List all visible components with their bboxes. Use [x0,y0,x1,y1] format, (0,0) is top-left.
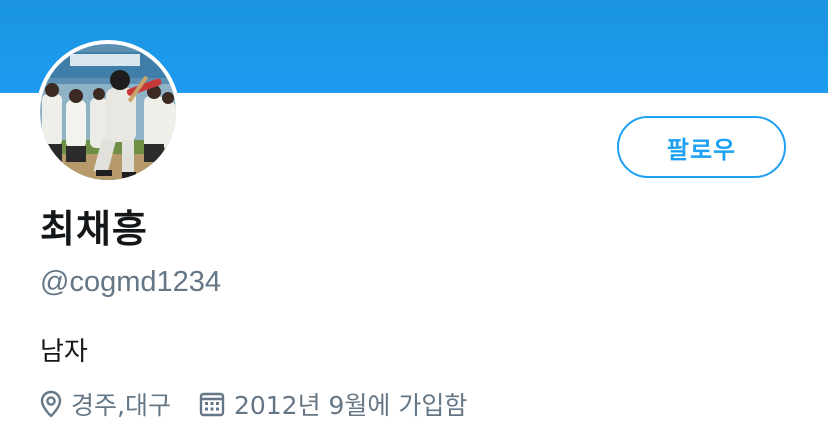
joined-text: 2012년 9월에 가입함 [233,391,468,420]
profile-page: 팔로우 최채흥 @cogmd1234 남자 경주,대구 2012년 9월에 가입… [0,0,828,446]
user-handle: @cogmd1234 [40,266,221,298]
location-pin-icon [40,390,62,418]
avatar-photo [40,44,176,180]
display-name: 최채흥 [40,207,148,251]
calendar-icon [199,392,225,417]
location-text: 경주,대구 [71,391,171,420]
profile-meta: 경주,대구 2012년 9월에 가입함 [40,384,495,424]
profile-bio: 남자 [40,337,88,367]
location-item: 경주,대구 [40,386,171,422]
follow-button[interactable]: 팔로우 [617,116,786,178]
joined-item: 2012년 9월에 가입함 [199,386,467,422]
avatar[interactable] [36,40,180,184]
